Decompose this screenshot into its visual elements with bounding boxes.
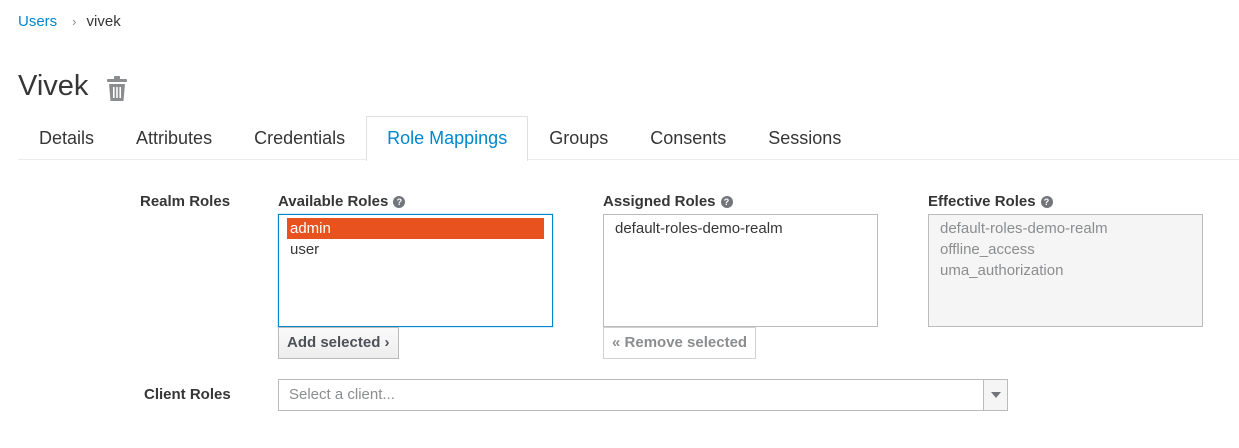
realm-roles-label: Realm Roles (140, 193, 231, 210)
remove-selected-label: Remove selected (624, 334, 748, 351)
client-select[interactable]: Select a client... (278, 379, 1008, 411)
client-select-placeholder: Select a client... (289, 386, 395, 403)
assigned-roles-listbox[interactable]: default-roles-demo-realm (603, 214, 878, 327)
trash-icon[interactable] (106, 75, 128, 102)
tab-consents[interactable]: Consents (629, 116, 747, 160)
tab-role-mappings[interactable]: Role Mappings (366, 116, 529, 161)
help-icon[interactable]: ? (1040, 195, 1053, 208)
page-title: Vivek (18, 70, 89, 102)
add-selected-button[interactable]: Add selected › (278, 327, 399, 359)
available-roles-listbox[interactable]: admin user (278, 214, 553, 327)
breadcrumb-separator-icon: › (72, 14, 77, 29)
tab-credentials[interactable]: Credentials (233, 116, 366, 160)
page-header: Vivek (18, 70, 128, 103)
effective-roles-listbox: default-roles-demo-realm offline_access … (928, 214, 1203, 327)
available-role-option[interactable]: admin (287, 218, 544, 239)
tab-details[interactable]: Details (18, 116, 115, 160)
available-role-option[interactable]: user (287, 239, 544, 260)
assigned-roles-header: Assigned Roles ? (603, 193, 733, 210)
tab-sessions[interactable]: Sessions (747, 116, 862, 160)
effective-roles-header: Effective Roles ? (928, 193, 1053, 210)
effective-role-option: default-roles-demo-realm (940, 220, 1108, 237)
caret-down-icon[interactable] (983, 380, 1007, 410)
breadcrumb-users-link[interactable]: Users (18, 13, 57, 30)
chevron-right-icon: › (384, 334, 390, 351)
effective-role-option: uma_authorization (940, 262, 1064, 279)
available-roles-label: Available Roles (278, 193, 389, 210)
effective-roles-label: Effective Roles (928, 193, 1036, 210)
help-icon[interactable]: ? (393, 195, 406, 208)
breadcrumb-current: vivek (86, 13, 121, 30)
tab-attributes[interactable]: Attributes (115, 116, 233, 160)
assigned-roles-label: Assigned Roles (603, 193, 716, 210)
add-selected-label: Add selected (287, 334, 381, 351)
tab-bar: Details Attributes Credentials Role Mapp… (18, 116, 1239, 161)
effective-role-option: offline_access (940, 241, 1035, 258)
tab-groups[interactable]: Groups (528, 116, 629, 160)
client-roles-label: Client Roles (144, 386, 231, 403)
help-icon[interactable]: ? (720, 195, 733, 208)
double-chevron-left-icon: « (612, 334, 621, 351)
available-roles-header: Available Roles ? (278, 193, 406, 210)
breadcrumb: Users › vivek (18, 13, 121, 30)
remove-selected-button[interactable]: « Remove selected (603, 327, 757, 359)
assigned-role-option[interactable]: default-roles-demo-realm (612, 218, 869, 239)
